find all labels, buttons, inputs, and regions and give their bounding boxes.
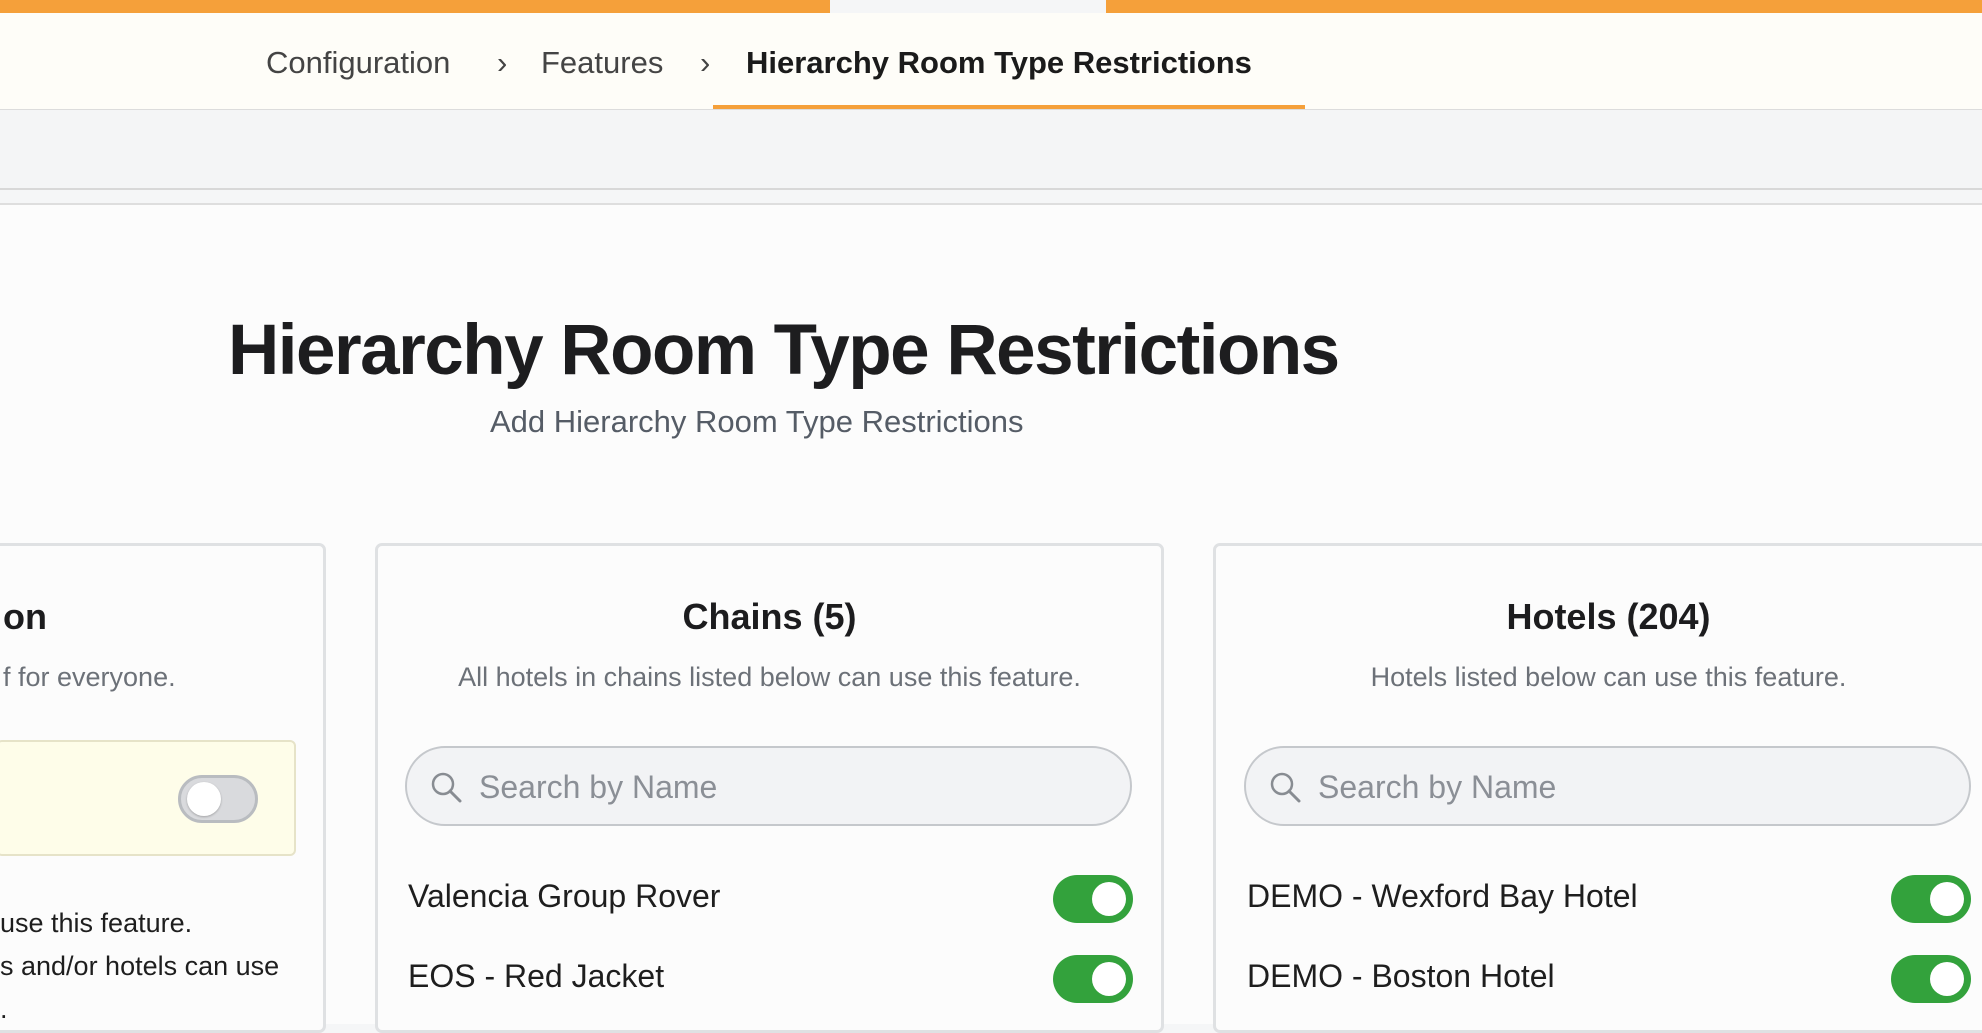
global-toggle-box bbox=[0, 740, 296, 856]
page-title: Hierarchy Room Type Restrictions bbox=[228, 311, 1340, 390]
active-crumb-underline bbox=[713, 105, 1305, 109]
chain-item-toggle[interactable] bbox=[1053, 955, 1133, 1003]
chains-search[interactable] bbox=[405, 746, 1132, 826]
hotel-item-label: DEMO - Wexford Bay Hotel bbox=[1247, 878, 1638, 914]
chains-card: Chains (5) All hotels in chains listed b… bbox=[375, 543, 1164, 1033]
chains-card-title: Chains (5) bbox=[682, 596, 857, 637]
hotel-item-toggle[interactable] bbox=[1891, 875, 1971, 923]
toggle-knob bbox=[1930, 962, 1964, 996]
chain-item-label: Valencia Group Rover bbox=[408, 878, 721, 914]
breadcrumb-features[interactable]: Features bbox=[541, 13, 663, 109]
hotels-card: Hotels (204) Hotels listed below can use… bbox=[1213, 543, 1982, 1033]
hotel-item-toggle[interactable] bbox=[1891, 955, 1971, 1003]
hotel-item-label: DEMO - Boston Hotel bbox=[1247, 958, 1555, 994]
breadcrumb-configuration[interactable]: Configuration bbox=[266, 13, 450, 109]
top-accent-bar-left bbox=[0, 0, 830, 13]
hotels-card-description: Hotels listed below can use this feature… bbox=[1370, 662, 1847, 692]
hotels-search[interactable] bbox=[1244, 746, 1971, 826]
global-card-text-line1: use this feature. bbox=[0, 908, 193, 938]
global-card-text-line3: . bbox=[0, 994, 8, 1024]
hotels-search-input[interactable] bbox=[1316, 758, 1880, 816]
page-subtitle: Add Hierarchy Room Type Restrictions bbox=[490, 404, 1024, 439]
search-icon bbox=[1270, 772, 1301, 803]
chains-search-input[interactable] bbox=[477, 758, 1041, 816]
chains-card-description: All hotels in chains listed below can us… bbox=[458, 662, 1081, 692]
breadcrumb-current: Hierarchy Room Type Restrictions bbox=[746, 45, 1252, 80]
breadcrumb: Configuration › Features › Hierarchy Roo… bbox=[0, 13, 1982, 110]
global-card-description: f for everyone. bbox=[3, 662, 176, 692]
hotels-card-title: Hotels (204) bbox=[1506, 596, 1711, 637]
breadcrumb-separator: › bbox=[700, 45, 711, 80]
breadcrumb-separator: › bbox=[497, 45, 508, 80]
global-card-text-line2: s and/or hotels can use bbox=[0, 951, 280, 981]
toggle-knob bbox=[1092, 882, 1126, 916]
toolbar-band bbox=[0, 110, 1982, 190]
chain-item-label: EOS - Red Jacket bbox=[408, 958, 665, 994]
global-card-title: on bbox=[3, 596, 47, 637]
toggle-knob bbox=[1930, 882, 1964, 916]
chain-item-toggle[interactable] bbox=[1053, 875, 1133, 923]
top-accent-bar-right bbox=[1106, 0, 1982, 13]
global-feature-toggle[interactable] bbox=[178, 775, 258, 823]
search-icon bbox=[431, 772, 462, 803]
toggle-knob bbox=[1092, 962, 1126, 996]
toggle-knob bbox=[187, 782, 221, 816]
